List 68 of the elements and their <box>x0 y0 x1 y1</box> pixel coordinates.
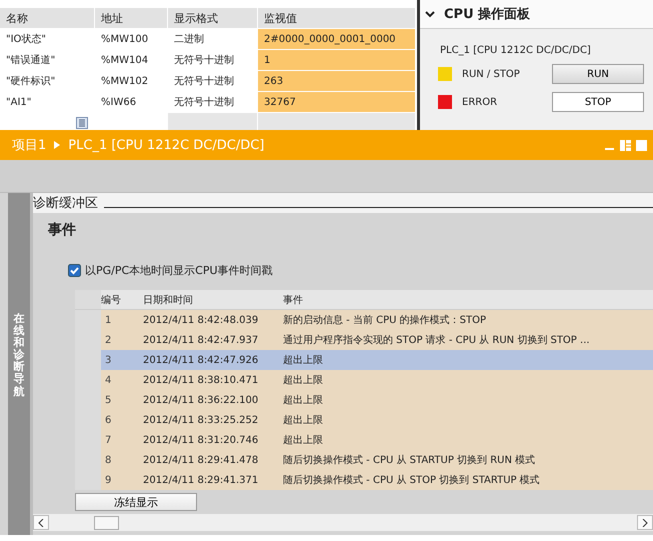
table-cell: 2012/4/11 8:36:22.100 <box>143 390 283 410</box>
column-header[interactable]: 日期和时间 <box>143 290 283 309</box>
device-name: PLC_1 [CPU 1212C DC/DC/DC] <box>439 44 592 56</box>
table-cell: 新的启动信息 - 当前 CPU 的操作模式：STOP <box>283 310 653 330</box>
table-cell: 5 <box>101 390 143 410</box>
column-header[interactable]: 事件 <box>283 290 653 309</box>
table-cell: %MW104 <box>95 50 168 71</box>
side-tab-label: 在线和诊断导航 <box>14 313 24 400</box>
chevron-left-icon <box>38 518 44 526</box>
scroll-right-button[interactable] <box>637 515 653 530</box>
section-heading: 事件 <box>47 221 77 240</box>
table-cell: 7 <box>101 430 143 450</box>
column-header[interactable]: 监视值 <box>258 8 416 29</box>
table-cell: 随后切换操作模式 - CPU 从 STOP 切换到 STARTUP 模式 <box>283 470 653 490</box>
table-cell: 1 <box>101 310 143 330</box>
maximize-icon[interactable] <box>636 140 647 150</box>
table-cell: 2 <box>101 330 143 350</box>
table-cell: "硬件标识" <box>0 71 95 92</box>
table-cell: 2012/4/11 8:38:10.471 <box>143 370 283 390</box>
table-cell: 2012/4/11 8:29:41.478 <box>143 450 283 470</box>
section-title: 诊断缓冲区 <box>33 195 98 212</box>
scroll-left-button[interactable] <box>33 515 49 530</box>
mode-button[interactable]: RUN <box>552 64 644 84</box>
checkbox[interactable] <box>68 264 81 277</box>
table-cell: 通过用户程序指令实现的 STOP 请求 - CPU 从 RUN 切换到 STOP ... <box>283 330 653 350</box>
freeze-button[interactable]: 冻结显示 <box>75 493 197 511</box>
table-cell: %MW100 <box>95 29 168 50</box>
status-label: RUN / STOP <box>462 68 521 80</box>
table-cell: 9 <box>101 470 143 490</box>
panel-title: CPU 操作面板 <box>444 6 530 23</box>
mode-button[interactable]: STOP <box>552 92 644 112</box>
column-header[interactable]: 名称 <box>0 8 95 29</box>
table-cell: "IO状态" <box>0 29 95 50</box>
table-cell: "错误通道" <box>0 50 95 71</box>
table-cell: %IW66 <box>95 92 168 113</box>
table-cell: 2012/4/11 8:29:41.371 <box>143 470 283 490</box>
table-cell: 超出上限 <box>283 410 653 430</box>
chevron-icon[interactable] <box>424 9 436 19</box>
column-header[interactable]: 编号 <box>101 290 143 309</box>
table-cell: 超出上限 <box>283 430 653 450</box>
table-cell: 2012/4/11 8:42:48.039 <box>143 310 283 330</box>
table-cell: 3 <box>101 350 143 370</box>
table-cell: 2012/4/11 8:31:20.746 <box>143 430 283 450</box>
table-cell: 1 <box>258 50 416 71</box>
checkbox-label[interactable]: 以PG/PC本地时间显示CPU事件时间戳 <box>85 263 273 278</box>
table-cell: 8 <box>101 450 143 470</box>
column-header[interactable]: 显示格式 <box>168 8 258 29</box>
table-cell: 4 <box>101 370 143 390</box>
column-header[interactable]: 地址 <box>95 8 168 29</box>
table-cell: 随后切换操作模式 - CPU 从 STARTUP 切换到 RUN 模式 <box>283 450 653 470</box>
table-cell: 2#0000_0000_0001_0000 <box>258 29 416 50</box>
table-cell: 2012/4/11 8:42:47.937 <box>143 330 283 350</box>
table-cell: 2012/4/11 8:33:25.252 <box>143 410 283 430</box>
table-cell: "AI1" <box>0 92 95 113</box>
scroll-thumb[interactable] <box>94 516 119 530</box>
status-label: ERROR <box>462 96 498 108</box>
list-icon[interactable] <box>76 117 88 129</box>
table-cell: %MW102 <box>95 71 168 92</box>
table-cell: 32767 <box>258 92 416 113</box>
table-cell: 2012/4/11 8:42:47.926 <box>143 350 283 370</box>
split-icon[interactable] <box>620 140 631 150</box>
table-cell: 263 <box>258 71 416 92</box>
table-cell: 超出上限 <box>283 390 653 410</box>
table-cell: 超出上限 <box>283 370 653 390</box>
triangle-icon <box>54 141 60 149</box>
chevron-right-icon <box>642 518 648 526</box>
table-cell: 超出上限 <box>283 350 653 370</box>
table-cell: 6 <box>101 410 143 430</box>
